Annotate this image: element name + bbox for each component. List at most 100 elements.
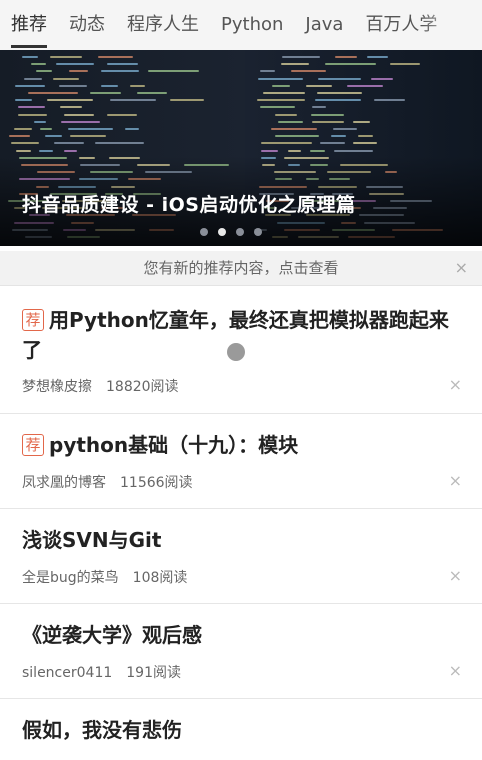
article-author[interactable]: 全是bug的菜鸟: [22, 570, 119, 586]
code-line: [61, 120, 100, 123]
code-line: [271, 128, 317, 130]
code-line: [53, 77, 79, 80]
article-meta: 凤求凰的博客 11566阅读: [22, 472, 193, 492]
code-line: [15, 84, 45, 87]
code-line: [260, 70, 275, 73]
code-line: [28, 92, 78, 94]
carousel-dot[interactable]: [200, 228, 208, 236]
code-line: [291, 70, 326, 73]
code-line: [9, 135, 30, 138]
article-meta: silencer0411 191阅读: [22, 662, 181, 682]
code-line: [374, 99, 405, 102]
code-line: [39, 149, 53, 152]
close-icon[interactable]: ×: [449, 661, 462, 680]
carousel-dot[interactable]: [254, 228, 262, 236]
article-reads: 108阅读: [132, 570, 188, 586]
code-line: [312, 106, 326, 109]
code-line: [353, 142, 377, 145]
code-line: [312, 120, 344, 123]
code-line: [59, 84, 87, 87]
code-line: [69, 70, 88, 73]
code-line: [40, 128, 52, 130]
code-line: [272, 84, 290, 87]
code-line: [310, 149, 325, 152]
code-line: [24, 77, 42, 80]
close-icon[interactable]: ×: [455, 251, 468, 285]
article-title[interactable]: 《逆袭大学》观后感: [22, 620, 460, 650]
notice-text[interactable]: 您有新的推荐内容，点击查看: [143, 259, 338, 277]
code-line: [107, 63, 138, 66]
code-line: [347, 84, 383, 87]
close-icon[interactable]: ×: [449, 566, 462, 585]
list-item[interactable]: 假如，我没有悲伤: [0, 699, 482, 760]
code-line: [320, 142, 345, 145]
carousel-dots: [200, 228, 262, 236]
code-line: [101, 70, 139, 73]
recommend-tag: 荐: [22, 434, 44, 456]
list-item[interactable]: 浅谈SVN与Git 全是bug的菜鸟 108阅读 ×: [0, 509, 482, 604]
code-line: [278, 120, 303, 123]
code-line: [70, 135, 106, 138]
code-line: [64, 149, 77, 152]
code-line: [315, 99, 361, 102]
category-tabs: 推荐 动态 程序人生 Python Java 百万人学: [0, 0, 482, 51]
code-line: [18, 113, 47, 116]
article-author[interactable]: 梦想橡皮擦: [22, 379, 92, 395]
code-line: [11, 142, 39, 145]
recommend-tag: 荐: [22, 309, 44, 331]
close-icon[interactable]: ×: [449, 471, 462, 490]
article-author[interactable]: silencer0411: [22, 665, 112, 681]
tab-programmer-life[interactable]: 程序人生: [116, 0, 210, 50]
banner-carousel[interactable]: 抖音品质建设 - iOS启动优化之原理篇: [0, 50, 482, 246]
tab-dynamic[interactable]: 动态: [58, 0, 116, 50]
code-line: [22, 56, 38, 58]
code-line: [36, 70, 52, 73]
code-line: [31, 63, 46, 66]
code-line: [281, 63, 309, 66]
article-title-text[interactable]: python基础（十九）：模块: [49, 433, 298, 457]
code-line: [334, 149, 373, 152]
touch-cursor: [227, 343, 245, 361]
code-line: [333, 128, 357, 130]
code-line: [275, 135, 319, 138]
code-line: [390, 63, 420, 66]
code-line: [260, 106, 295, 109]
code-line: [16, 149, 31, 152]
code-line: [282, 56, 320, 58]
code-line: [98, 56, 133, 58]
carousel-dot[interactable]: [236, 228, 244, 236]
tabs-fade: [422, 0, 482, 50]
code-line: [306, 84, 332, 87]
code-line: [318, 77, 361, 80]
article-reads: 18820阅读: [106, 379, 179, 395]
code-line: [54, 142, 84, 145]
list-item[interactable]: 《逆袭大学》观后感 silencer0411 191阅读 ×: [0, 604, 482, 699]
code-line: [50, 56, 82, 58]
code-line: [107, 113, 137, 116]
code-line: [358, 135, 373, 138]
tab-recommend[interactable]: 推荐: [0, 0, 58, 50]
list-item[interactable]: 荐 python基础（十九）：模块 凤求凰的博客 11566阅读 ×: [0, 414, 482, 509]
code-line: [353, 120, 370, 123]
carousel-dot-active[interactable]: [218, 228, 226, 236]
article-author[interactable]: 凤求凰的博客: [22, 475, 106, 491]
article-title[interactable]: 浅谈SVN与Git: [22, 525, 460, 555]
code-line: [68, 128, 113, 130]
code-line: [258, 77, 303, 80]
banner-title[interactable]: 抖音品质建设 - iOS启动优化之原理篇: [22, 190, 355, 217]
close-icon[interactable]: ×: [449, 375, 462, 394]
new-content-notice[interactable]: 您有新的推荐内容，点击查看 ×: [0, 251, 482, 286]
article-title[interactable]: 荐 python基础（十九）：模块: [22, 430, 460, 460]
article-meta: 梦想橡皮擦 18820阅读: [22, 376, 179, 396]
code-line: [335, 56, 357, 58]
code-line: [263, 92, 305, 94]
code-line: [257, 99, 305, 102]
tab-python[interactable]: Python: [210, 0, 294, 50]
code-line: [317, 92, 362, 94]
code-line: [261, 142, 312, 145]
code-line: [261, 149, 278, 152]
code-line: [367, 56, 388, 58]
article-title[interactable]: 假如，我没有悲伤: [22, 715, 460, 745]
code-line: [34, 120, 46, 123]
tab-java[interactable]: Java: [294, 0, 354, 50]
